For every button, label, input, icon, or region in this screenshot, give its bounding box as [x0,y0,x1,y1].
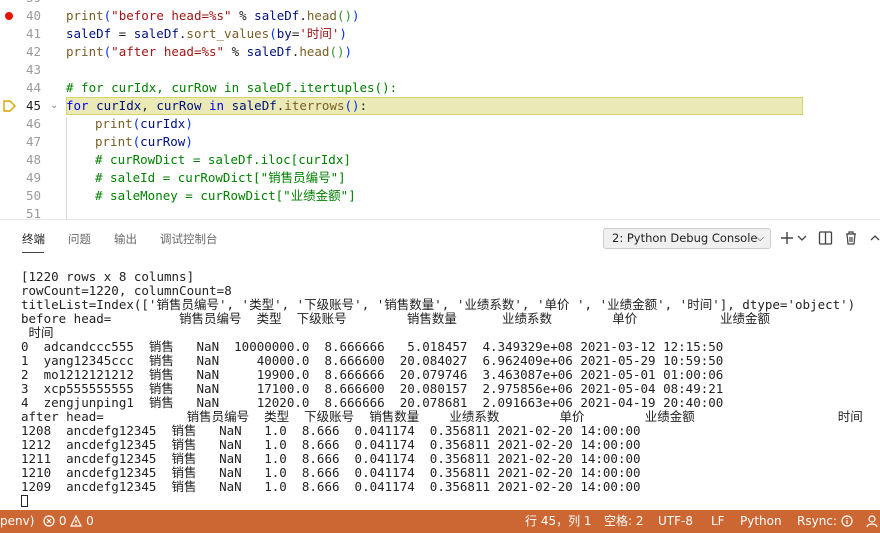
line-number: 42 [25,44,41,59]
terminal-select-value: 2: Python Debug Console [612,231,758,245]
terminal-line: 1210 ancdefg12345 销售 NaN 1.0 8.666 0.041… [21,465,641,480]
accounts-icon[interactable] [866,515,880,528]
terminal-output[interactable]: [1220 rows x 8 columns] rowCount=1220, co… [21,270,863,508]
editor-line: 40 print("before head=%s" % saleDf.head(… [0,7,880,25]
code-text: saleDf = saleDf.sort_values(by='时间') [66,26,347,41]
editor-line-current: 45 ⌄ for curIdx, curRow in saleDf.iterro… [0,97,880,115]
line-number: 51 [25,206,41,219]
code-editor[interactable]: 39 40 print("before head=%s" % saleDf.he… [0,0,880,219]
encoding[interactable]: UTF-8 [658,510,693,533]
terminal-line: 4 zengjunping1 销售 NaN 12020.0 8.666666 2… [21,395,724,410]
line-number: 50 [25,188,41,203]
terminal-line: 1208 ancdefg12345 销售 NaN 1.0 8.666 0.041… [21,423,641,438]
editor-line: 51 [0,205,880,219]
terminal-line: 1211 ancdefg12345 销售 NaN 1.0 8.666 0.041… [21,451,641,466]
code-comment: # curRowDict = saleDf.iloc[curIdx] [95,152,351,167]
terminal-line: 3 xcp555555555 销售 NaN 17100.0 8.666600 2… [21,381,724,396]
tab-problems[interactable]: 问题 [68,232,91,246]
bottom-panel: 终端 问题 输出 调试控制台 2: Python Debug Console ⌵… [0,219,880,511]
terminal-line: 1 yang12345ccc 销售 NaN 40000.0 8.666600 2… [21,353,724,368]
line-number: 39 [0,0,41,7]
editor-line: 47 print(curRow) [0,133,880,151]
terminal-line: 1212 ancdefg12345 销售 NaN 1.0 8.666 0.041… [21,437,641,452]
terminal-line: titleList=Index(['销售员编号', '类型', '下级账号', … [21,297,856,312]
terminal-line: before head= 销售员编号 类型 下级账号 销售数量 业绩系数 单价 … [21,311,770,326]
indentation[interactable]: 空格: 2 [604,510,644,533]
terminal-cursor [21,495,28,507]
code-text: print(curIdx) [95,116,193,131]
editor-line: 41 saleDf = saleDf.sort_values(by='时间') [0,25,880,43]
warning-count: 0 [86,514,94,528]
line-number: 49 [25,170,41,185]
add-icon[interactable] [780,229,794,247]
language-mode[interactable]: Python [740,510,782,533]
problems-indicator[interactable]: 0 0 [43,510,94,533]
code-comment: # saleMoney = curRowDict["业绩金额"] [95,188,356,203]
trash-icon[interactable] [844,229,858,247]
editor-line: 46 print(curIdx) [0,115,880,133]
editor-line: 49 # saleId = curRowDict["销售员编号"] [0,169,880,187]
code-text: print("before head=%s" % saleDf.head()) [66,8,360,23]
active-tab-indicator [22,252,44,253]
terminal-line: 1209 ancdefg12345 销售 NaN 1.0 8.666 0.041… [21,479,641,494]
error-icon [43,515,55,527]
info-icon [841,515,853,527]
terminal-line: 时间 [21,325,54,340]
code-text: print("after head=%s" % saleDf.head()) [66,44,353,59]
code-comment: # for curIdx, curRow in saleDf.itertuple… [66,80,398,95]
line-number: 44 [25,80,41,95]
terminal-line: after head= 销售员编号 类型 下级账号 销售数量 业绩系数 单价 业… [21,409,863,424]
editor-line: 44 # for curIdx, curRow in saleDf.itertu… [0,79,880,97]
rsync-status[interactable]: Rsync: [797,510,853,533]
tab-terminal[interactable]: 终端 [22,232,45,246]
rsync-label: Rsync: [797,514,837,528]
editor-line: 42 print("after head=%s" % saleDf.head()… [0,43,880,61]
line-number: 43 [25,62,41,77]
terminal-line: [1220 rows x 8 columns] [21,269,195,284]
warning-icon [70,514,83,527]
split-icon[interactable] [818,229,833,247]
python-env[interactable]: penv) [0,510,34,533]
line-number: 48 [25,152,41,167]
error-count: 0 [58,514,67,528]
maximize-icon[interactable] [870,229,880,247]
fold-chevron-icon[interactable]: ⌄ [50,101,58,111]
terminal-line: 0 adcandccc555 销售 NaN 10000000.0 8.66666… [21,339,724,354]
status-bar: penv) 0 0 行 45，列 1 空格: 2 UTF-8 LF Python… [0,510,880,533]
panel-tabs: 终端 问题 输出 调试控制台 2: Python Debug Console ⌵ [0,220,880,258]
code-text: print(curRow) [95,134,193,149]
editor-line: 50 # saleMoney = curRowDict["业绩金额"] [0,187,880,205]
terminal-line: rowCount=1220, columnCount=8 [21,283,232,298]
code-comment: # saleId = curRowDict["销售员编号"] [95,170,346,185]
line-number: 41 [25,26,41,41]
terminal-select[interactable]: 2: Python Debug Console ⌵ [603,228,771,249]
chevron-down-icon: ⌵ [756,233,764,244]
terminal-prompt[interactable] [21,494,863,508]
terminal-line: 2 mo1212121212 销售 NaN 19900.0 8.666666 2… [21,367,724,382]
cursor-position[interactable]: 行 45，列 1 [525,510,592,533]
line-number: 45 [25,98,41,113]
chevron-down-icon[interactable] [797,229,807,247]
tab-debug-console[interactable]: 调试控制台 [160,232,218,246]
tab-output[interactable]: 输出 [114,232,137,246]
line-number: 40 [25,8,41,23]
editor-line: 43 [0,61,880,79]
editor-line: 39 [0,0,880,7]
line-ending[interactable]: LF [711,510,725,533]
editor-line: 48 # curRowDict = saleDf.iloc[curIdx] [0,151,880,169]
code-text: for curIdx, curRow in saleDf.iterrows(): [66,98,368,113]
line-number: 47 [25,134,41,149]
line-number: 46 [25,116,41,131]
